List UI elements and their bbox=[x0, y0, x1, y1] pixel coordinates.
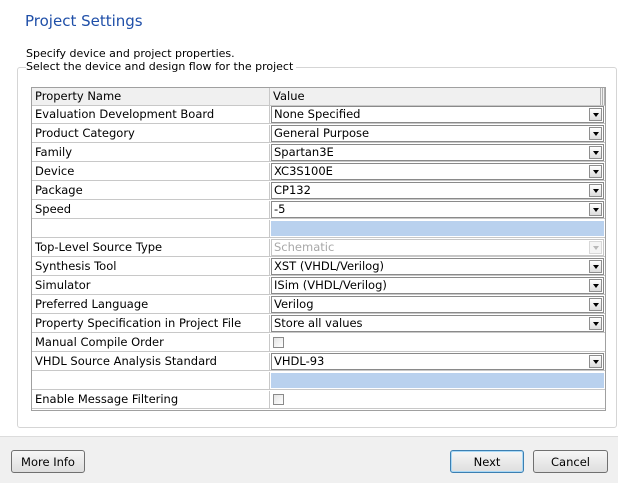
chevron-down-icon bbox=[592, 188, 599, 193]
row-synthesis-tool: Synthesis Tool XST (VHDL/Verilog) bbox=[32, 258, 605, 276]
chevron-down-icon bbox=[592, 150, 599, 155]
more-info-button[interactable]: More Info bbox=[11, 450, 85, 473]
vhdl-standard-dropdown[interactable]: VHDL-93 bbox=[271, 353, 604, 370]
dialog-footer: More Info Next Cancel bbox=[0, 436, 618, 483]
property-specification-dropdown[interactable]: Store all values bbox=[271, 315, 604, 332]
column-header-property: Property Name bbox=[32, 88, 270, 106]
synthesis-tool-dropdown[interactable]: XST (VHDL/Verilog) bbox=[271, 258, 604, 275]
dropdown-button[interactable] bbox=[589, 298, 602, 311]
property-name: Property Specification in Project File bbox=[32, 315, 270, 333]
row-family: Family Spartan3E bbox=[32, 144, 605, 162]
evaluation-board-dropdown[interactable]: None Specified bbox=[271, 106, 604, 123]
top-level-source-dropdown: Schematic bbox=[271, 239, 604, 256]
chevron-down-icon bbox=[592, 264, 599, 269]
property-name: Synthesis Tool bbox=[32, 258, 270, 276]
page-description: Specify device and project properties. bbox=[26, 47, 235, 60]
separator-row bbox=[32, 372, 605, 390]
row-product-category: Product Category General Purpose bbox=[32, 125, 605, 143]
dropdown-button[interactable] bbox=[589, 203, 602, 216]
chevron-down-icon bbox=[592, 207, 599, 212]
property-name: Enable Message Filtering bbox=[32, 391, 270, 409]
row-top-level-source: Top-Level Source Type Schematic bbox=[32, 239, 605, 257]
row-package: Package CP132 bbox=[32, 182, 605, 200]
row-manual-compile-order: Manual Compile Order bbox=[32, 334, 605, 352]
property-grid: Property Name Value Evaluation Developme… bbox=[31, 87, 606, 411]
property-name: Speed bbox=[32, 201, 270, 219]
property-name: Package bbox=[32, 182, 270, 200]
dropdown-button[interactable] bbox=[589, 165, 602, 178]
row-evaluation-board: Evaluation Development Board None Specif… bbox=[32, 106, 605, 124]
next-button[interactable]: Next bbox=[450, 450, 524, 473]
property-name: Preferred Language bbox=[32, 296, 270, 314]
row-vhdl-standard: VHDL Source Analysis Standard VHDL-93 bbox=[32, 353, 605, 371]
simulator-dropdown[interactable]: ISim (VHDL/Verilog) bbox=[271, 277, 604, 294]
dropdown-button[interactable] bbox=[589, 184, 602, 197]
chevron-down-icon bbox=[592, 169, 599, 174]
row-speed: Speed -5 bbox=[32, 201, 605, 219]
manual-compile-order-checkbox[interactable] bbox=[273, 337, 284, 348]
row-message-filtering: Enable Message Filtering bbox=[32, 391, 605, 409]
property-name: Top-Level Source Type bbox=[32, 239, 270, 257]
property-name: Device bbox=[32, 163, 270, 181]
property-name: VHDL Source Analysis Standard bbox=[32, 353, 270, 371]
chevron-down-icon bbox=[592, 245, 599, 250]
grid-header: Property Name Value bbox=[32, 88, 605, 106]
preferred-language-dropdown[interactable]: Verilog bbox=[271, 296, 604, 313]
page-title: Project Settings bbox=[25, 12, 143, 30]
dropdown-button[interactable] bbox=[589, 127, 602, 140]
chevron-down-icon bbox=[592, 112, 599, 117]
separator-row bbox=[32, 220, 605, 238]
dropdown-button[interactable] bbox=[589, 355, 602, 368]
device-dropdown[interactable]: XC3S100E bbox=[271, 163, 604, 180]
separator-row-value bbox=[271, 221, 604, 236]
property-name: Manual Compile Order bbox=[32, 334, 270, 352]
package-dropdown[interactable]: CP132 bbox=[271, 182, 604, 199]
chevron-down-icon bbox=[592, 321, 599, 326]
dropdown-button bbox=[589, 241, 602, 254]
column-resize-grip[interactable] bbox=[600, 88, 605, 105]
chevron-down-icon bbox=[592, 302, 599, 307]
chevron-down-icon bbox=[592, 131, 599, 136]
group-caption: Select the device and design flow for th… bbox=[26, 60, 297, 74]
speed-dropdown[interactable]: -5 bbox=[271, 201, 604, 218]
property-name: Family bbox=[32, 144, 270, 162]
message-filtering-checkbox[interactable] bbox=[273, 394, 284, 405]
product-category-dropdown[interactable]: General Purpose bbox=[271, 125, 604, 142]
dropdown-button[interactable] bbox=[589, 260, 602, 273]
property-name: Product Category bbox=[32, 125, 270, 143]
dropdown-button[interactable] bbox=[589, 108, 602, 121]
cancel-button[interactable]: Cancel bbox=[533, 450, 608, 473]
dropdown-button[interactable] bbox=[589, 279, 602, 292]
property-name: Simulator bbox=[32, 277, 270, 295]
column-header-value: Value bbox=[270, 88, 605, 106]
property-name: Evaluation Development Board bbox=[32, 106, 270, 124]
family-dropdown[interactable]: Spartan3E bbox=[271, 144, 604, 161]
row-preferred-language: Preferred Language Verilog bbox=[32, 296, 605, 314]
row-device: Device XC3S100E bbox=[32, 163, 605, 181]
chevron-down-icon bbox=[592, 283, 599, 288]
chevron-down-icon bbox=[592, 359, 599, 364]
row-simulator: Simulator ISim (VHDL/Verilog) bbox=[32, 277, 605, 295]
dropdown-button[interactable] bbox=[589, 146, 602, 159]
dropdown-button[interactable] bbox=[589, 317, 602, 330]
row-property-specification: Property Specification in Project File S… bbox=[32, 315, 605, 333]
separator-row-value bbox=[271, 373, 604, 388]
